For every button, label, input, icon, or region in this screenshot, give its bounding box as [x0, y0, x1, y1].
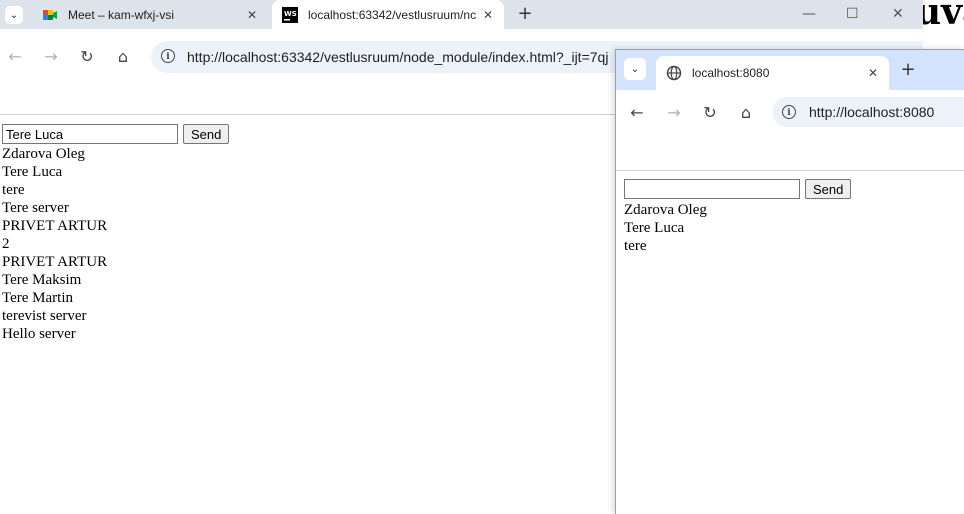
new-tab-button[interactable]: +	[898, 60, 918, 80]
message-item: tere	[624, 238, 647, 254]
address-bar[interactable]: i http://localhost:8080	[772, 97, 964, 127]
forward-arrow-icon[interactable]: →	[42, 48, 60, 66]
message-item: Tere Martin	[2, 290, 74, 306]
message-item: Zdarova Oleg	[2, 146, 85, 162]
toolbar: ← → ↻ ⌂ i http://localhost:8080	[616, 90, 964, 136]
message-list: Zdarova Oleg Tere Luca tere Tere server …	[2, 145, 107, 343]
maximize-icon[interactable]: ☐	[846, 6, 859, 22]
page-content: Send Zdarova Oleg Tere Luca tere	[616, 170, 964, 514]
tab-title: Meet – kam-wfxj-vsi	[68, 7, 175, 22]
message-form: Send	[624, 179, 852, 199]
message-input[interactable]	[624, 179, 800, 199]
popup-browser-window: ⌄ localhost:8080 ✕ + ← → ↻ ⌂ i http://lo…	[615, 49, 964, 514]
close-icon[interactable]: ✕	[865, 66, 881, 80]
chevron-down-icon[interactable]: ⌄	[5, 6, 23, 24]
message-form: Send	[2, 124, 230, 144]
message-item: Tere Luca	[624, 220, 685, 236]
back-arrow-icon[interactable]: ←	[628, 104, 646, 122]
address-url[interactable]: http://localhost:63342/vestlusruum/node_…	[187, 49, 608, 65]
tab-localhost-8080[interactable]: localhost:8080 ✕	[656, 56, 889, 90]
reload-icon[interactable]: ↻	[78, 48, 96, 66]
send-button[interactable]: Send	[805, 179, 852, 199]
reload-icon[interactable]: ↻	[701, 104, 719, 122]
webstorm-icon: WS	[282, 6, 298, 23]
message-item: PRIVET ARTUR	[2, 218, 108, 234]
new-tab-button[interactable]: +	[515, 4, 535, 24]
tab-localhost-63342[interactable]: WS localhost:63342/vestlusruum/nc ✕	[272, 0, 504, 29]
message-item: PRIVET ARTUR	[2, 254, 108, 270]
google-meet-icon	[43, 9, 57, 20]
tab-strip: ⌄ localhost:8080 ✕ +	[616, 50, 964, 90]
close-window-icon[interactable]: ✕	[892, 6, 904, 22]
globe-icon	[666, 65, 682, 81]
close-icon[interactable]: ✕	[244, 8, 260, 22]
forward-arrow-icon[interactable]: →	[665, 104, 683, 122]
address-url[interactable]: http://localhost:8080	[809, 104, 934, 120]
tab-strip: ⌄ Meet – kam-wfxj-vsi ✕ WS localhost:633…	[0, 0, 923, 29]
tab-meet[interactable]: Meet – kam-wfxj-vsi ✕	[32, 0, 268, 29]
message-item: terevist server	[2, 308, 87, 324]
info-icon[interactable]: i	[161, 49, 175, 63]
message-item: Tere server	[2, 200, 69, 216]
message-input[interactable]	[2, 124, 178, 144]
message-item: 2	[2, 236, 10, 252]
home-icon[interactable]: ⌂	[737, 104, 755, 122]
message-item: Zdarova Oleg	[624, 202, 707, 218]
message-item: Tere Luca	[2, 164, 63, 180]
tab-title: localhost:8080	[692, 66, 770, 80]
chevron-down-icon[interactable]: ⌄	[624, 58, 646, 80]
send-button[interactable]: Send	[183, 124, 230, 144]
info-icon[interactable]: i	[782, 105, 796, 119]
svg-text:WS: WS	[284, 10, 297, 18]
message-item: Tere Maksim	[2, 272, 82, 288]
minimize-icon[interactable]: —	[802, 6, 816, 22]
tab-title: localhost:63342/vestlusruum/nc	[308, 7, 477, 22]
home-icon[interactable]: ⌂	[114, 48, 132, 66]
message-list: Zdarova Oleg Tere Luca tere	[624, 201, 707, 255]
message-item: tere	[2, 182, 25, 198]
back-arrow-icon[interactable]: ←	[6, 48, 24, 66]
close-icon[interactable]: ✕	[480, 8, 496, 22]
message-item: Hello server	[2, 326, 76, 342]
